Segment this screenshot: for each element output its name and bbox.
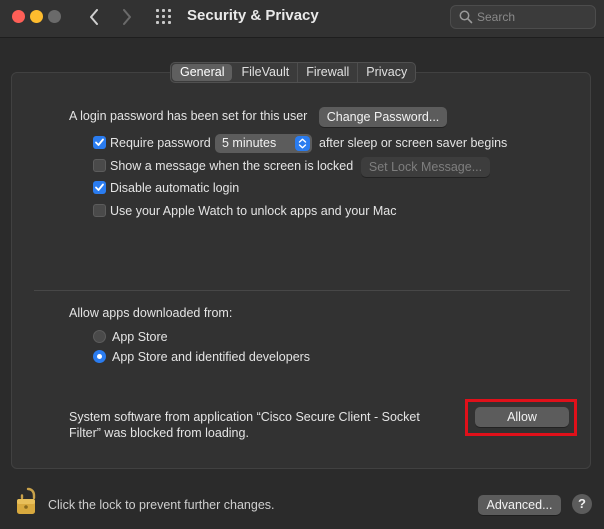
lock-status-text: Click the lock to prevent further change… bbox=[48, 498, 275, 512]
change-password-button[interactable]: Change Password... bbox=[319, 107, 447, 127]
stepper-chevrons-icon bbox=[295, 136, 310, 151]
toolbar: Security & Privacy bbox=[0, 0, 604, 38]
chevron-right-icon bbox=[123, 9, 131, 25]
apple-watch-checkbox[interactable] bbox=[93, 204, 106, 217]
checkmark-icon bbox=[95, 138, 104, 146]
disable-auto-login-label: Disable automatic login bbox=[110, 181, 240, 195]
back-button[interactable] bbox=[84, 6, 104, 28]
close-window-button[interactable] bbox=[12, 10, 25, 23]
login-password-text: A login password has been set for this u… bbox=[69, 109, 308, 123]
forward-button[interactable] bbox=[117, 6, 137, 28]
allow-button-highlight bbox=[465, 399, 577, 436]
tab-general[interactable]: General bbox=[172, 64, 233, 81]
after-sleep-text: after sleep or screen saver begins bbox=[319, 136, 508, 150]
search-field[interactable] bbox=[450, 5, 596, 29]
radio-app-store-identified-developers[interactable] bbox=[93, 350, 106, 363]
blocked-message-line2: Filter” was blocked from loading. bbox=[69, 426, 249, 440]
search-icon bbox=[459, 10, 473, 24]
blocked-message-line1: System software from application “Cisco … bbox=[69, 410, 420, 424]
apple-watch-label: Use your Apple Watch to unlock apps and … bbox=[110, 204, 397, 218]
tab-filevault[interactable]: FileVault bbox=[233, 63, 299, 82]
require-password-checkbox[interactable] bbox=[93, 136, 106, 149]
section-divider bbox=[34, 290, 570, 291]
require-password-delay-value: 5 minutes bbox=[222, 136, 277, 150]
security-privacy-window: Security & Privacy General FileVault Fir… bbox=[0, 0, 604, 529]
require-password-delay-select[interactable]: 5 minutes bbox=[215, 134, 312, 153]
allow-apps-heading: Allow apps downloaded from: bbox=[69, 306, 233, 320]
zoom-window-button[interactable] bbox=[48, 10, 61, 23]
require-password-label: Require password bbox=[110, 136, 211, 150]
tab-privacy[interactable]: Privacy bbox=[358, 63, 415, 82]
advanced-button[interactable]: Advanced... bbox=[478, 495, 561, 515]
lock-icon[interactable] bbox=[16, 486, 40, 521]
show-all-grid-icon[interactable] bbox=[155, 8, 175, 26]
minimize-window-button[interactable] bbox=[30, 10, 43, 23]
search-input[interactable] bbox=[477, 9, 587, 25]
radio-app-store-identified-developers-label: App Store and identified developers bbox=[112, 350, 311, 364]
window-title: Security & Privacy bbox=[187, 7, 319, 24]
radio-app-store-label: App Store bbox=[112, 330, 168, 344]
checkmark-icon bbox=[95, 183, 104, 191]
show-message-label: Show a message when the screen is locked bbox=[110, 159, 354, 173]
disable-auto-login-checkbox[interactable] bbox=[93, 181, 106, 194]
help-button[interactable]: ? bbox=[572, 494, 592, 514]
show-message-checkbox[interactable] bbox=[93, 159, 106, 172]
chevron-left-icon bbox=[90, 9, 98, 25]
radio-app-store[interactable] bbox=[93, 330, 106, 343]
tab-bar: General FileVault Firewall Privacy bbox=[170, 62, 417, 83]
set-lock-message-button[interactable]: Set Lock Message... bbox=[361, 157, 490, 177]
tab-firewall[interactable]: Firewall bbox=[298, 63, 359, 82]
